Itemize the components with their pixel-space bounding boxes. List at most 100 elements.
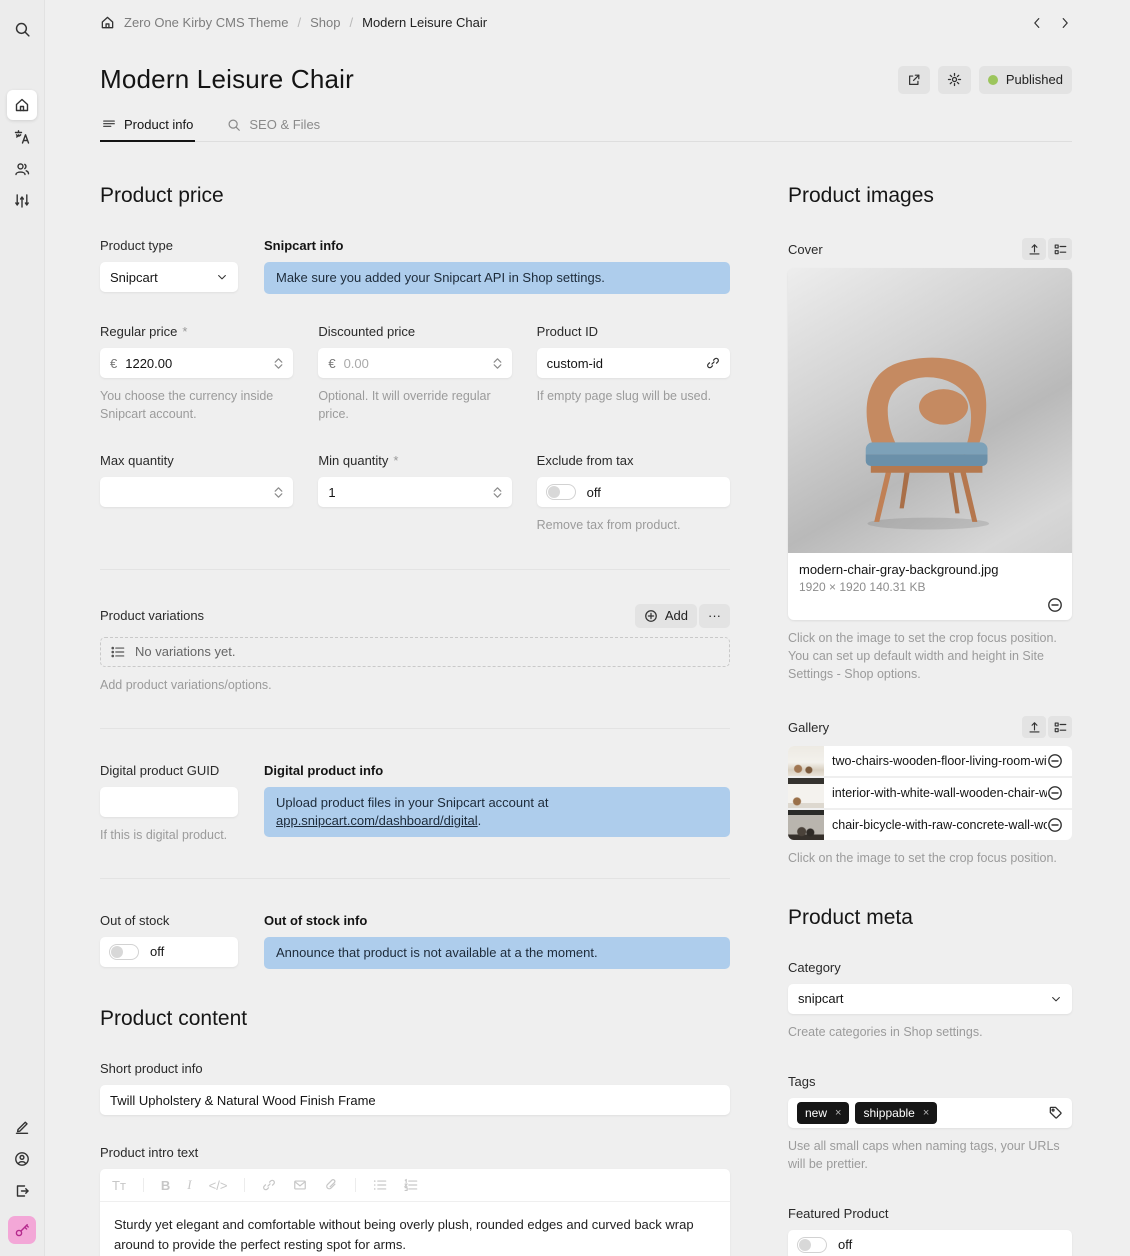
remove-gallery-item-button[interactable] bbox=[1047, 785, 1063, 801]
breadcrumb-home-icon[interactable] bbox=[100, 15, 115, 30]
product-type-value: Snipcart bbox=[110, 270, 158, 285]
number-stepper[interactable] bbox=[493, 487, 502, 498]
add-variation-button[interactable]: Add bbox=[635, 604, 697, 628]
tab-product-info[interactable]: Product info bbox=[100, 111, 195, 141]
toggle-state: off bbox=[150, 944, 164, 959]
discounted-price-label: Discounted price bbox=[318, 324, 511, 339]
product-type-select[interactable]: Snipcart bbox=[100, 262, 238, 292]
toolbar-separator bbox=[143, 1178, 144, 1192]
empty-state-text: No variations yet. bbox=[135, 644, 235, 659]
max-quantity-input[interactable] bbox=[100, 477, 293, 507]
product-id-input[interactable]: custom-id bbox=[537, 348, 730, 378]
regular-price-input[interactable]: € 1220.00 bbox=[100, 348, 293, 378]
digital-info-box: Upload product files in your Snipcart ac… bbox=[264, 787, 730, 837]
ordered-list-icon[interactable] bbox=[404, 1178, 418, 1192]
cover-select-button[interactable] bbox=[1048, 238, 1072, 260]
cover-file-info: modern-chair-gray-background.jpg 1920 × … bbox=[788, 553, 1072, 620]
gallery-filename: interior-with-white-wall-wooden-chair-wo… bbox=[824, 786, 1047, 800]
status-badge[interactable]: Published bbox=[979, 66, 1072, 94]
cover-image[interactable] bbox=[788, 268, 1072, 553]
next-page-button[interactable] bbox=[1058, 16, 1072, 30]
toggle-switch-icon bbox=[797, 1237, 827, 1253]
gallery-item[interactable]: two-chairs-wooden-floor-living-room-with… bbox=[788, 746, 1072, 776]
page-actions: Published bbox=[898, 66, 1072, 94]
upload-icon bbox=[1028, 721, 1041, 734]
cover-upload-button[interactable] bbox=[1022, 238, 1046, 260]
out-of-stock-toggle[interactable]: off bbox=[100, 937, 238, 967]
variations-more-button[interactable]: ··· bbox=[699, 604, 730, 628]
link-icon[interactable] bbox=[262, 1178, 276, 1192]
search-button[interactable] bbox=[7, 14, 37, 44]
bullet-list-icon[interactable] bbox=[373, 1178, 387, 1192]
tag-pill[interactable]: shippable × bbox=[855, 1102, 937, 1124]
short-info-label: Short product info bbox=[100, 1061, 730, 1076]
tab-seo-files[interactable]: SEO & Files bbox=[225, 111, 322, 141]
logout-button[interactable] bbox=[7, 1176, 37, 1206]
variations-empty-state[interactable]: No variations yet. bbox=[100, 637, 730, 667]
editor-toolbar: Tᴛ B I </> bbox=[100, 1169, 730, 1202]
digital-guid-input[interactable] bbox=[100, 787, 238, 817]
tag-pill[interactable]: new × bbox=[797, 1102, 849, 1124]
add-label: Add bbox=[665, 608, 688, 623]
settings-button[interactable] bbox=[938, 66, 971, 94]
short-info-input[interactable]: Twill Upholstery & Natural Wood Finish F… bbox=[100, 1085, 730, 1115]
cover-card: modern-chair-gray-background.jpg 1920 × … bbox=[788, 268, 1072, 620]
exclude-tax-toggle[interactable]: off bbox=[537, 477, 730, 507]
featured-toggle[interactable]: off bbox=[788, 1230, 1072, 1256]
attachment-icon[interactable] bbox=[324, 1178, 338, 1192]
featured-label: Featured Product bbox=[788, 1206, 1072, 1221]
tags-input[interactable]: new × shippable × bbox=[788, 1098, 1072, 1128]
remove-gallery-item-button[interactable] bbox=[1047, 817, 1063, 833]
external-link-icon bbox=[907, 73, 921, 87]
breadcrumb-shop[interactable]: Shop bbox=[310, 15, 340, 30]
gallery-upload-button[interactable] bbox=[1022, 716, 1046, 738]
gallery-thumbnail[interactable] bbox=[788, 810, 824, 840]
currency-symbol: € bbox=[110, 356, 117, 371]
category-label: Category bbox=[788, 960, 1072, 975]
intro-text-editor[interactable]: Tᴛ B I </> Sturdy yet eleg bbox=[100, 1169, 730, 1256]
license-key-button[interactable] bbox=[8, 1216, 36, 1244]
search-icon bbox=[14, 21, 31, 38]
open-preview-button[interactable] bbox=[898, 66, 930, 94]
prev-page-button[interactable] bbox=[1030, 16, 1044, 30]
gallery-thumbnail[interactable] bbox=[788, 778, 824, 808]
sidebar-item-system-settings[interactable] bbox=[7, 186, 37, 216]
gallery-item[interactable]: interior-with-white-wall-wooden-chair-wo… bbox=[788, 778, 1072, 808]
number-stepper[interactable] bbox=[274, 358, 283, 369]
breadcrumb-site[interactable]: Zero One Kirby CMS Theme bbox=[124, 15, 288, 30]
out-of-stock-info-box: Announce that product is not available a… bbox=[264, 937, 730, 969]
email-icon[interactable] bbox=[293, 1178, 307, 1192]
sidebar-item-languages[interactable] bbox=[7, 122, 37, 152]
category-select[interactable]: snipcart bbox=[788, 984, 1072, 1014]
remove-tag-icon[interactable]: × bbox=[923, 1107, 929, 1119]
cover-file-meta: 1920 × 1920 140.31 KB bbox=[799, 580, 1061, 594]
discounted-price-input[interactable]: € 0.00 bbox=[318, 348, 511, 378]
snipcart-info-box: Make sure you added your Snipcart API in… bbox=[264, 262, 730, 294]
snipcart-dashboard-link[interactable]: app.snipcart.com/dashboard/digital bbox=[276, 813, 478, 828]
gallery-select-button[interactable] bbox=[1048, 716, 1072, 738]
regular-price-help: You choose the currency inside Snipcart … bbox=[100, 387, 293, 423]
format-text-icon[interactable]: Tᴛ bbox=[112, 1178, 126, 1193]
toolbar-separator bbox=[244, 1178, 245, 1192]
number-stepper[interactable] bbox=[274, 487, 283, 498]
gallery-thumbnail[interactable] bbox=[788, 746, 824, 776]
account-button[interactable] bbox=[7, 1144, 37, 1174]
code-icon[interactable]: </> bbox=[209, 1178, 228, 1193]
sidebar-item-users[interactable] bbox=[7, 154, 37, 184]
min-quantity-input[interactable]: 1 bbox=[318, 477, 511, 507]
gallery-item[interactable]: chair-bicycle-with-raw-concrete-wall-woo… bbox=[788, 810, 1072, 840]
page-navigation bbox=[1030, 16, 1072, 30]
edit-content-button[interactable] bbox=[7, 1112, 37, 1142]
remove-tag-icon[interactable]: × bbox=[835, 1107, 841, 1119]
number-stepper[interactable] bbox=[493, 358, 502, 369]
remove-cover-button[interactable] bbox=[1047, 597, 1063, 613]
editor-body[interactable]: Sturdy yet elegant and comfortable witho… bbox=[100, 1202, 730, 1256]
key-icon bbox=[14, 1222, 30, 1238]
sliders-icon bbox=[14, 193, 30, 209]
sidebar-item-home[interactable] bbox=[7, 90, 37, 120]
italic-icon[interactable]: I bbox=[187, 1177, 191, 1193]
bold-icon[interactable]: B bbox=[161, 1178, 170, 1193]
remove-gallery-item-button[interactable] bbox=[1047, 753, 1063, 769]
intro-text-label: Product intro text bbox=[100, 1145, 730, 1160]
digital-info-label: Digital product info bbox=[264, 763, 730, 778]
